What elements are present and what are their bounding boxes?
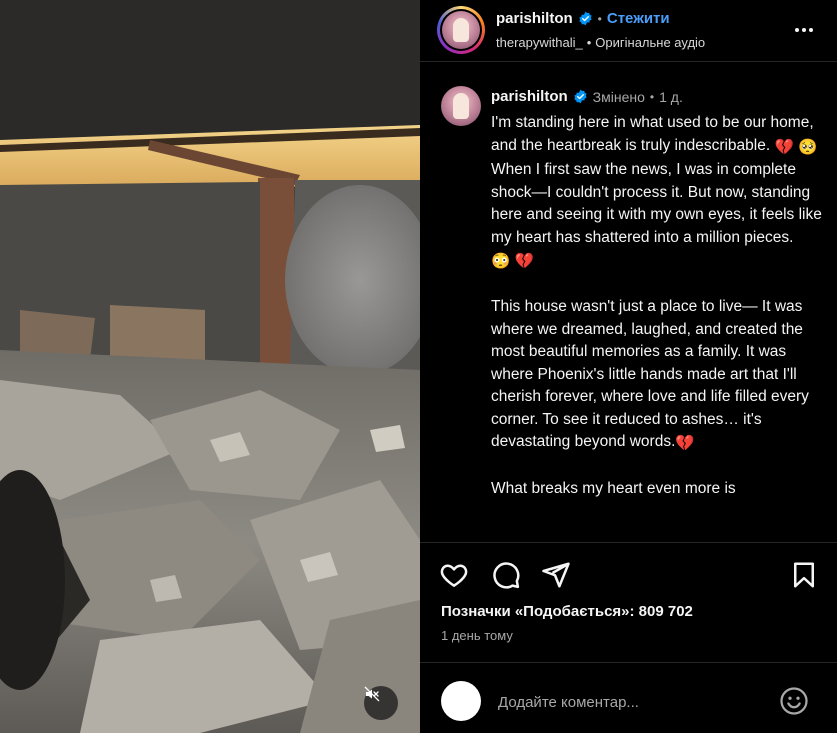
comment-icon[interactable] xyxy=(491,560,521,590)
likes-count[interactable]: Позначки «Подобається»: 809 702 xyxy=(441,603,693,620)
muted-speaker-icon xyxy=(364,686,380,702)
edited-label: Змінено xyxy=(592,88,645,105)
video-player[interactable] xyxy=(0,0,420,733)
commenter-avatar xyxy=(441,681,481,721)
broken-heart-emoji: 💔 xyxy=(514,253,534,270)
action-bar xyxy=(420,555,837,595)
caption-text: I'm standing here in what used to be our… xyxy=(491,112,829,501)
verified-icon xyxy=(579,11,592,26)
mute-button[interactable] xyxy=(364,686,398,720)
post-header: parishilton • Стежити therapywithali_ • Ор… xyxy=(420,0,837,62)
caption-username[interactable]: parishilton xyxy=(491,88,568,105)
verified-icon xyxy=(574,89,587,104)
separator-dot: • xyxy=(586,35,592,50)
post-side-panel: parishilton • Стежити therapywithali_ • Ор… xyxy=(420,0,837,733)
broken-heart-emoji: 💔 xyxy=(774,138,794,156)
separator-dot: • xyxy=(649,89,655,104)
caption-area[interactable]: parishilton Змінено • 1 д. I'm standing … xyxy=(420,62,837,542)
broken-heart-emoji: 💔 xyxy=(675,435,695,452)
divider xyxy=(420,662,837,663)
pleading-emoji: 🥺 xyxy=(798,138,818,156)
divider xyxy=(420,542,837,543)
story-avatar[interactable] xyxy=(437,6,485,54)
flushed-emoji: 😳 xyxy=(491,253,511,270)
comment-input[interactable] xyxy=(496,686,770,718)
more-icon xyxy=(795,28,799,32)
video-frame xyxy=(0,0,420,733)
audio-label[interactable]: Оригінальне аудіо xyxy=(595,35,705,50)
caption-paragraph-3: What breaks my heart even more is xyxy=(491,480,736,497)
author-username[interactable]: parishilton xyxy=(496,10,573,27)
audio-user[interactable]: therapywithali_ xyxy=(496,35,583,50)
heart-icon[interactable] xyxy=(439,560,469,590)
avatar xyxy=(442,11,480,49)
follow-button[interactable]: Стежити xyxy=(607,10,670,27)
send-icon[interactable] xyxy=(541,560,571,590)
caption-avatar[interactable] xyxy=(441,86,481,126)
separator-dot: • xyxy=(597,11,602,26)
post-time-ago[interactable]: 1 день тому xyxy=(441,628,513,643)
audio-attribution: therapywithali_ • Оригінальне аудіо xyxy=(496,35,705,50)
caption-paragraph-1a: I'm standing here in what used to be our… xyxy=(491,114,818,154)
caption-paragraph-2: This house wasn't just a place to live— … xyxy=(491,298,814,450)
caption-time[interactable]: 1 д. xyxy=(659,89,683,105)
emoji-icon[interactable] xyxy=(779,686,809,716)
more-options-button[interactable] xyxy=(792,20,816,40)
bookmark-icon[interactable] xyxy=(789,560,819,590)
